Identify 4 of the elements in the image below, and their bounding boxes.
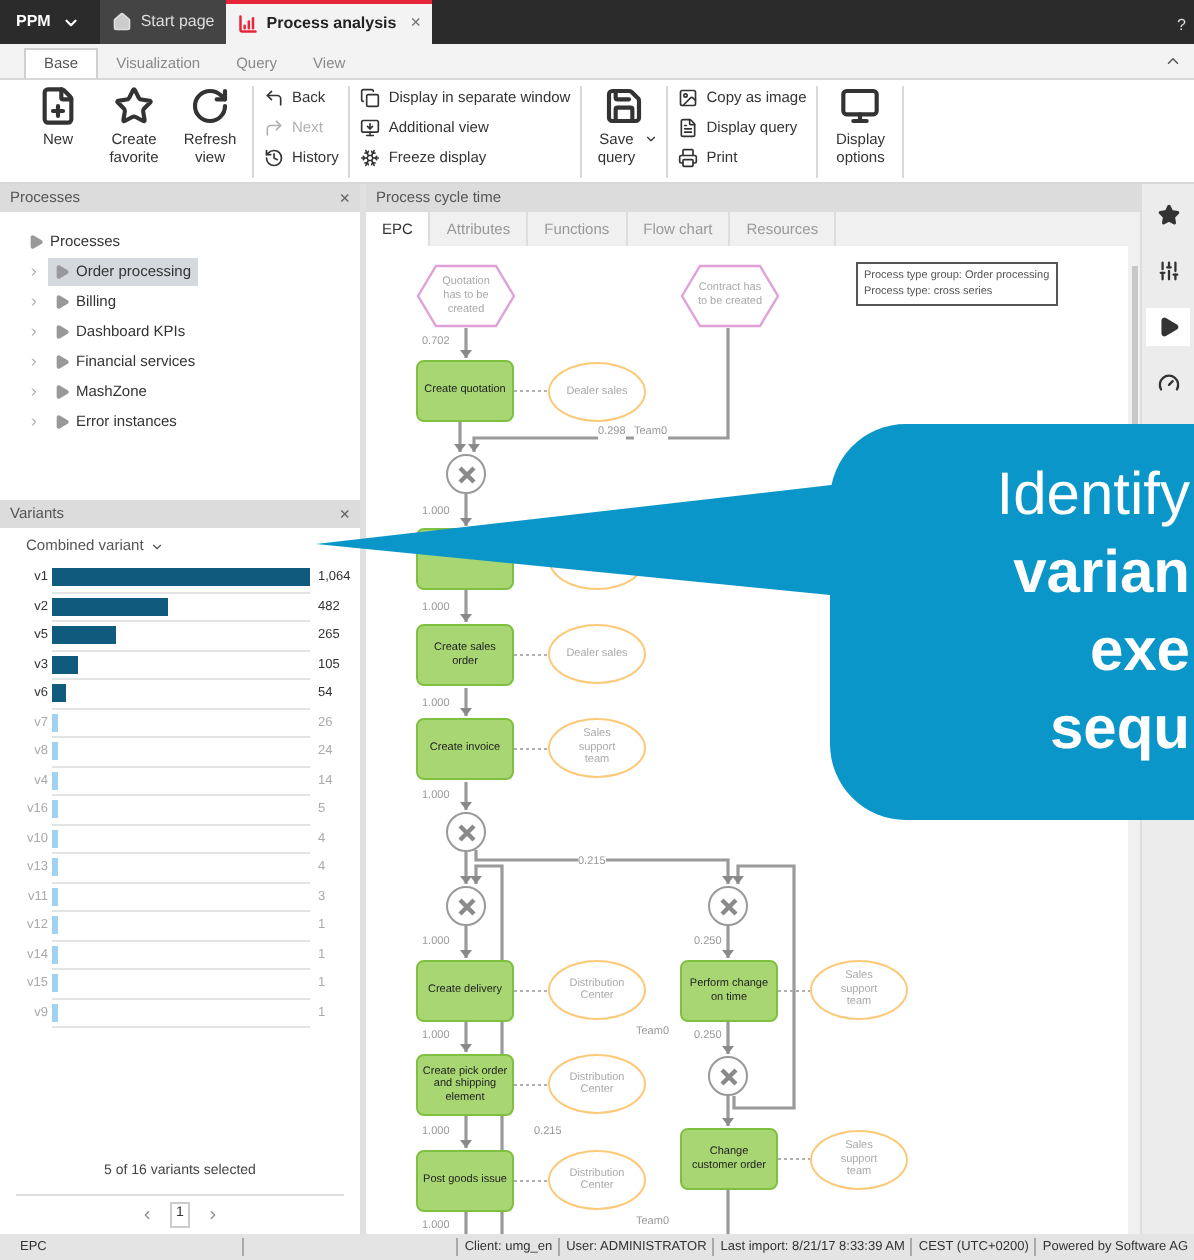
- callout-text: exe: [1089, 616, 1190, 688]
- callout-text: Identify: [996, 460, 1190, 532]
- callout-text: sequ: [1049, 694, 1190, 766]
- callout-text: varian: [1013, 538, 1190, 610]
